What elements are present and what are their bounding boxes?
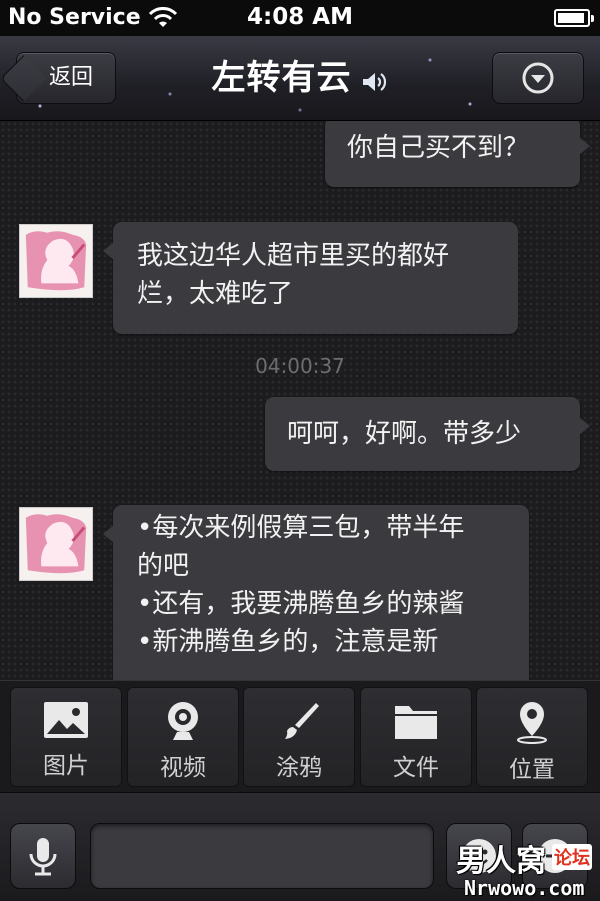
- action-label: 视频: [160, 755, 206, 781]
- contact-avatar[interactable]: [19, 507, 93, 581]
- action-doodle-button[interactable]: 涂鸦: [243, 687, 355, 787]
- page-title: 左转有云: [211, 58, 352, 98]
- message-input[interactable]: [90, 823, 434, 889]
- message-bubble-outgoing[interactable]: 你自己买不到？: [325, 121, 590, 187]
- message-line: •新沸腾鱼乡的，注意是新: [137, 627, 439, 657]
- action-video-button[interactable]: 视频: [127, 687, 239, 787]
- image-icon: [44, 702, 88, 738]
- avatar-image: [20, 225, 92, 297]
- nav-bar: 返回 左转有云: [0, 36, 600, 121]
- input-bar: [0, 792, 600, 901]
- action-file-button[interactable]: 文件: [360, 687, 472, 787]
- action-label: 涂鸦: [276, 755, 322, 781]
- menu-button[interactable]: [492, 52, 584, 104]
- battery-icon: [554, 9, 594, 27]
- message-timestamp: 04:00:37: [255, 354, 345, 378]
- location-pin-icon: [517, 702, 547, 744]
- action-label: 位置: [509, 757, 555, 783]
- attachment-panel: 图片 视频 涂鸦 文件 位置: [0, 680, 600, 793]
- microphone-icon: [29, 838, 57, 876]
- voice-button[interactable]: [10, 823, 76, 889]
- message-line: •还有，我要沸腾鱼乡的辣酱: [137, 589, 465, 619]
- speaker-icon[interactable]: [361, 70, 389, 94]
- action-label: 文件: [393, 755, 439, 781]
- message-line: 烂，太难吃了: [137, 279, 294, 309]
- action-label: 图片: [43, 753, 89, 779]
- webcam-icon: [168, 702, 198, 740]
- action-location-button[interactable]: 位置: [476, 687, 588, 787]
- status-bar: No Service 4:08 AM: [0, 0, 600, 36]
- emoji-button[interactable]: [446, 823, 512, 889]
- folder-icon: [395, 706, 437, 739]
- chevron-down-circle-icon: [522, 62, 554, 94]
- emoji-icon: [462, 839, 496, 873]
- message-line: 的吧: [137, 551, 190, 581]
- message-bubble-incoming[interactable]: 我这边华人超市里买的都好 烂，太难吃了: [103, 222, 518, 334]
- message-line: •每次来例假算三包，带半年: [137, 513, 465, 543]
- chat-area[interactable]: 你自己买不到？ 我这边华人超市里买的都好 烂，太难吃了 04:00:37 呵呵，…: [0, 121, 600, 680]
- avatar-image: [20, 508, 92, 580]
- contact-avatar[interactable]: [19, 224, 93, 298]
- message-bubble-incoming[interactable]: •每次来例假算三包，带半年 的吧 •还有，我要沸腾鱼乡的辣酱 •新沸腾鱼乡的，注…: [103, 505, 529, 680]
- message-line: 我这边华人超市里买的都好: [137, 241, 450, 271]
- clock: 4:08 AM: [247, 4, 353, 30]
- message-bubble-outgoing[interactable]: 呵呵，好啊。带多少: [265, 397, 590, 471]
- message-text: 你自己买不到？: [347, 133, 530, 163]
- brush-icon: [285, 703, 319, 739]
- plus-icon: [538, 839, 572, 873]
- more-button[interactable]: [522, 823, 588, 889]
- message-text: 呵呵，好啊。带多少: [287, 419, 522, 449]
- action-image-button[interactable]: 图片: [10, 687, 122, 787]
